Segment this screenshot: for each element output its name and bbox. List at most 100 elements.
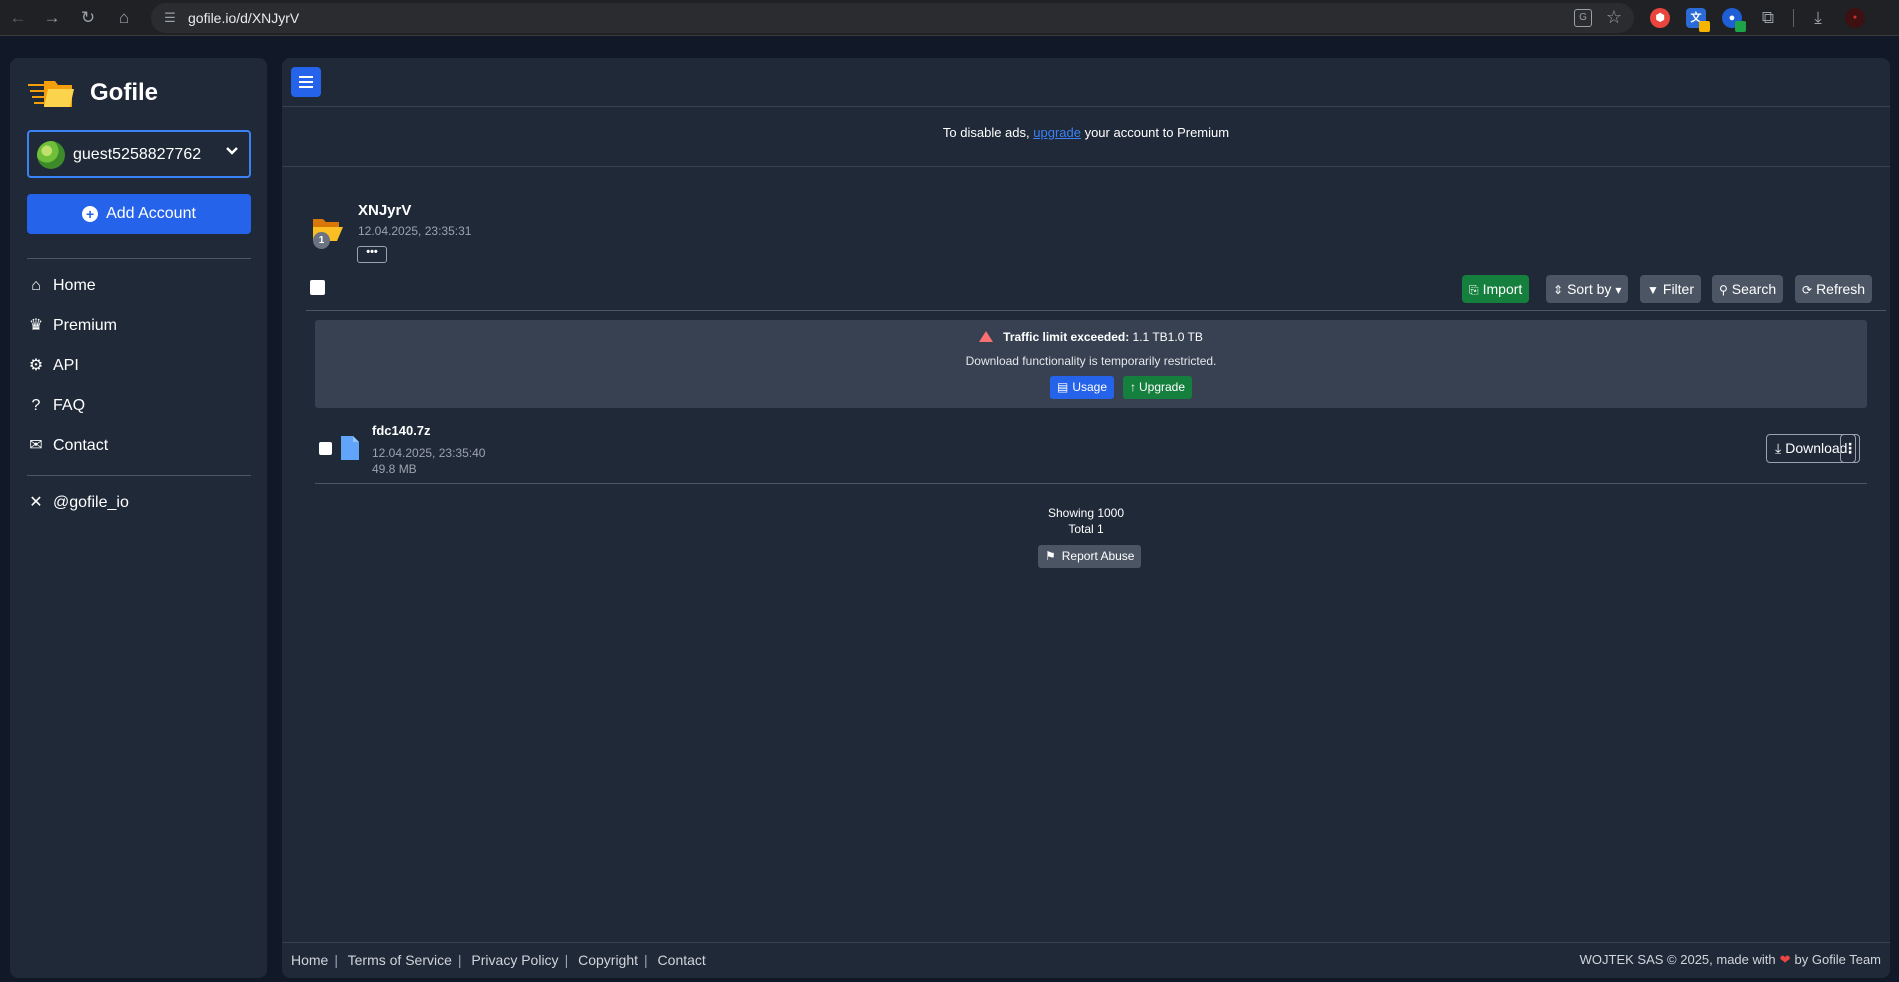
account-name: guest5258827762: [73, 146, 202, 163]
credit-suffix: by Gofile Team: [1794, 952, 1881, 967]
footer-links: Home | Terms of Service | Privacy Policy | …: [291, 952, 706, 968]
chart-icon: ▤: [1057, 380, 1069, 394]
sidebar-item-label: Contact: [53, 437, 109, 454]
chevron-down-icon: [226, 147, 238, 155]
toolbar-divider: [306, 310, 1886, 311]
extension-shield-icon[interactable]: ⬢: [1650, 8, 1670, 28]
caret-down-icon: ▾: [1615, 283, 1622, 297]
alert-title-line: Traffic limit exceeded: 1.1 TB1.0 TB: [315, 330, 1867, 344]
footer-link-privacy[interactable]: Privacy Policy: [471, 952, 558, 968]
footer-credit: WOJTEK SAS © 2025, made with ❤ by Gofile T…: [1580, 952, 1881, 968]
footer-link-copyright[interactable]: Copyright: [578, 952, 638, 968]
sidebar-item-social-x[interactable]: ✕ @gofile_io: [27, 489, 251, 517]
upgrade-button[interactable]: ↑ Upgrade: [1123, 376, 1193, 399]
download-icon: ⤓: [1775, 440, 1782, 456]
translate-icon[interactable]: G: [1574, 9, 1592, 27]
footer-link-contact[interactable]: Contact: [658, 952, 706, 968]
refresh-button[interactable]: ⟳ Refresh: [1795, 275, 1873, 303]
folder-item-count: 1: [313, 232, 330, 249]
brand-logo[interactable]: Gofile: [28, 73, 268, 113]
ads-prefix: To disable ads,: [942, 125, 1034, 140]
crown-icon: ♛: [28, 317, 44, 334]
profile-avatar-icon[interactable]: ●: [1845, 8, 1865, 28]
sidebar-item-faq[interactable]: ? FAQ: [27, 392, 251, 420]
report-abuse-button[interactable]: ⚑ Report Abuse: [1038, 545, 1142, 568]
search-button[interactable]: ⚲ Search: [1712, 275, 1784, 303]
header-divider: [282, 106, 1890, 107]
address-url[interactable]: gofile.io/d/XNJyrV: [188, 10, 299, 26]
sidebar: Gofile guest5258827762 + Add Account ⌂ Ho…: [10, 58, 267, 978]
showing-count: Showing 1000: [1047, 506, 1125, 520]
file-import-icon: ⎘: [1469, 283, 1479, 297]
file-row: fdc140.7z 12.04.2025, 23:35:40 49.8 MB ⤓…: [315, 414, 1867, 476]
sort-by-button[interactable]: ⇕ Sort by ▾: [1546, 275, 1629, 303]
warning-icon: [979, 331, 994, 342]
usage-button[interactable]: ▤ Usage: [1050, 376, 1115, 399]
file-name[interactable]: fdc140.7z: [372, 423, 431, 438]
account-select[interactable]: guest5258827762: [27, 130, 251, 178]
folder-name: XNJyrV: [358, 202, 412, 219]
sidebar-item-api[interactable]: ⚙ API: [27, 352, 251, 380]
search-label: Search: [1731, 281, 1777, 297]
envelope-icon: ✉: [29, 437, 43, 454]
footer-link-home[interactable]: Home: [291, 952, 328, 968]
sort-icon: ⇕: [1553, 283, 1564, 297]
bookmark-star-icon[interactable]: ☆: [1606, 7, 1622, 27]
footer-link-terms[interactable]: Terms of Service: [348, 952, 452, 968]
x-logo-icon: ✕: [29, 494, 43, 511]
sidebar-item-contact[interactable]: ✉ Contact: [27, 432, 251, 460]
extension-globe-icon[interactable]: ●: [1722, 8, 1746, 32]
gofile-logo-icon: [28, 81, 74, 107]
refresh-label: Refresh: [1816, 281, 1866, 297]
sidebar-divider: [27, 475, 251, 476]
folder-more-button[interactable]: •••: [357, 246, 387, 263]
sidebar-item-label: Premium: [53, 317, 118, 334]
site-settings-icon[interactable]: ☰: [161, 9, 179, 27]
select-all-checkbox[interactable]: [310, 280, 325, 295]
arrow-up-icon: ↑: [1130, 380, 1136, 394]
back-arrow-icon[interactable]: ←: [6, 6, 30, 30]
upgrade-link[interactable]: upgrade: [1033, 125, 1081, 140]
question-icon: ?: [31, 397, 41, 414]
sidebar-item-premium[interactable]: ♛ Premium: [27, 312, 251, 340]
add-account-button[interactable]: + Add Account: [27, 194, 251, 234]
brand-name: Gofile: [90, 79, 159, 106]
sidebar-item-label: API: [53, 357, 79, 374]
sidebar-item-label: Home: [53, 277, 96, 294]
plus-circle-icon: +: [82, 206, 99, 222]
home-icon[interactable]: ⌂: [112, 6, 136, 30]
sort-label: Sort by: [1567, 281, 1612, 297]
total-count: Total 1: [1068, 522, 1104, 536]
refresh-icon: ⟳: [1802, 283, 1813, 297]
downloads-icon[interactable]: ⤓: [1808, 8, 1828, 28]
extension-translate-icon[interactable]: 文: [1686, 8, 1710, 32]
forward-arrow-icon[interactable]: →: [40, 6, 64, 30]
import-label: Import: [1482, 281, 1523, 297]
file-date: 12.04.2025, 23:35:40: [372, 446, 486, 460]
file-size: 49.8 MB: [372, 462, 417, 476]
usage-label: Usage: [1072, 380, 1108, 394]
hamburger-menu-button[interactable]: [291, 67, 321, 97]
alert-value: 1.1 TB1.0 TB: [1129, 330, 1203, 344]
address-bar[interactable]: ☰ gofile.io/d/XNJyrV G ☆: [151, 3, 1634, 33]
heart-icon: ❤: [1779, 952, 1791, 967]
file-checkbox[interactable]: [319, 442, 332, 455]
upgrade-label: Upgrade: [1139, 380, 1186, 394]
main-panel: To disable ads, upgrade your account to …: [282, 58, 1890, 978]
sidebar-item-home[interactable]: ⌂ Home: [27, 272, 251, 300]
file-icon: [341, 436, 359, 460]
filter-label: Filter: [1662, 281, 1695, 297]
import-button[interactable]: ⎘ Import: [1462, 275, 1530, 303]
home-icon: ⌂: [31, 277, 41, 294]
avatar: [37, 141, 65, 169]
alert-message: Download functionality is temporarily re…: [965, 354, 1217, 368]
filter-button[interactable]: ▼ Filter: [1640, 275, 1702, 303]
sidebar-item-label: FAQ: [53, 397, 86, 414]
filter-icon: ▼: [1647, 283, 1659, 297]
alert-title: Traffic limit exceeded:: [1003, 330, 1130, 344]
file-more-options-button[interactable]: ⋮: [1840, 434, 1860, 463]
extensions-puzzle-icon[interactable]: ⧉: [1758, 8, 1778, 28]
report-label: Report Abuse: [1061, 549, 1135, 563]
reload-icon[interactable]: ↻: [76, 6, 100, 30]
cogs-icon: ⚙: [28, 357, 44, 374]
